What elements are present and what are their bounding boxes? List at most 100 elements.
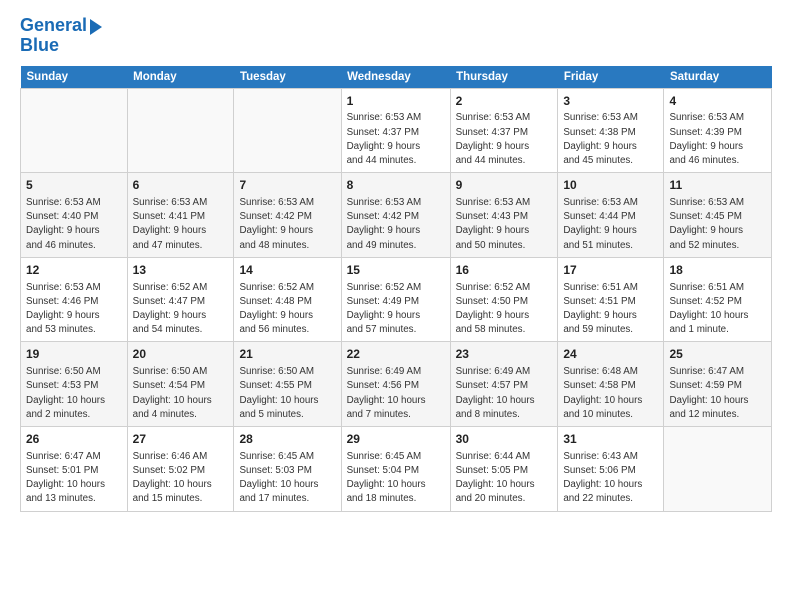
day-info: Sunrise: 6:49 AM Sunset: 4:56 PM Dayligh… <box>347 365 445 422</box>
day-number: 11 <box>669 177 766 194</box>
day-number: 30 <box>456 431 553 448</box>
header: General Blue <box>20 16 772 56</box>
day-info: Sunrise: 6:53 AM Sunset: 4:42 PM Dayligh… <box>239 196 335 253</box>
day-info: Sunrise: 6:53 AM Sunset: 4:45 PM Dayligh… <box>669 196 766 253</box>
day-info: Sunrise: 6:51 AM Sunset: 4:51 PM Dayligh… <box>563 281 658 338</box>
day-info: Sunrise: 6:45 AM Sunset: 5:03 PM Dayligh… <box>239 450 335 507</box>
day-info: Sunrise: 6:48 AM Sunset: 4:58 PM Dayligh… <box>563 365 658 422</box>
calendar-cell: 9 Sunrise: 6:53 AM Sunset: 4:43 PM Daylig… <box>450 173 558 258</box>
day-info: Sunrise: 6:53 AM Sunset: 4:40 PM Dayligh… <box>26 196 122 253</box>
logo: General Blue <box>20 16 102 56</box>
day-number: 31 <box>563 431 658 448</box>
calendar-day-header: Tuesday <box>234 66 341 89</box>
calendar-cell: 12 Sunrise: 6:53 AM Sunset: 4:46 PM Dayli… <box>21 257 128 342</box>
day-number: 2 <box>456 93 553 110</box>
calendar-day-header: Saturday <box>664 66 772 89</box>
day-number: 7 <box>239 177 335 194</box>
day-number: 3 <box>563 93 658 110</box>
calendar-cell: 5 Sunrise: 6:53 AM Sunset: 4:40 PM Daylig… <box>21 173 128 258</box>
calendar-cell: 27Sunrise: 6:46 AM Sunset: 5:02 PM Dayli… <box>127 427 234 512</box>
calendar-cell <box>127 88 234 173</box>
calendar-week-row: 1Sunrise: 6:53 AM Sunset: 4:37 PM Daylig… <box>21 88 772 173</box>
calendar-cell: 13 Sunrise: 6:52 AM Sunset: 4:47 PM Dayli… <box>127 257 234 342</box>
page-container: General Blue SundayMondayTuesdayWednesda… <box>0 0 792 522</box>
day-info: Sunrise: 6:50 AM Sunset: 4:53 PM Dayligh… <box>26 365 122 422</box>
calendar-cell: 25 Sunrise: 6:47 AM Sunset: 4:59 PM Dayli… <box>664 342 772 427</box>
day-info: Sunrise: 6:45 AM Sunset: 5:04 PM Dayligh… <box>347 450 445 507</box>
day-number: 17 <box>563 262 658 279</box>
calendar-cell: 14Sunrise: 6:52 AM Sunset: 4:48 PM Dayli… <box>234 257 341 342</box>
day-info: Sunrise: 6:52 AM Sunset: 4:49 PM Dayligh… <box>347 281 445 338</box>
day-number: 12 <box>26 262 122 279</box>
calendar-cell: 16 Sunrise: 6:52 AM Sunset: 4:50 PM Dayli… <box>450 257 558 342</box>
day-info: Sunrise: 6:49 AM Sunset: 4:57 PM Dayligh… <box>456 365 553 422</box>
calendar-cell: 17 Sunrise: 6:51 AM Sunset: 4:51 PM Dayli… <box>558 257 664 342</box>
day-number: 15 <box>347 262 445 279</box>
day-number: 19 <box>26 346 122 363</box>
calendar-cell: 29 Sunrise: 6:45 AM Sunset: 5:04 PM Dayli… <box>341 427 450 512</box>
day-number: 27 <box>133 431 229 448</box>
day-info: Sunrise: 6:53 AM Sunset: 4:41 PM Dayligh… <box>133 196 229 253</box>
day-info: Sunrise: 6:53 AM Sunset: 4:38 PM Dayligh… <box>563 111 658 168</box>
calendar-cell: 28 Sunrise: 6:45 AM Sunset: 5:03 PM Dayli… <box>234 427 341 512</box>
logo-arrow-icon <box>90 19 102 35</box>
calendar-week-row: 19 Sunrise: 6:50 AM Sunset: 4:53 PM Dayli… <box>21 342 772 427</box>
calendar-cell <box>234 88 341 173</box>
calendar-cell: 23 Sunrise: 6:49 AM Sunset: 4:57 PM Dayli… <box>450 342 558 427</box>
calendar-cell <box>664 427 772 512</box>
calendar-table: SundayMondayTuesdayWednesdayThursdayFrid… <box>20 66 772 512</box>
day-number: 29 <box>347 431 445 448</box>
calendar-body: 1Sunrise: 6:53 AM Sunset: 4:37 PM Daylig… <box>21 88 772 511</box>
day-number: 24 <box>563 346 658 363</box>
day-info: Sunrise: 6:53 AM Sunset: 4:39 PM Dayligh… <box>669 111 766 168</box>
calendar-cell: 19 Sunrise: 6:50 AM Sunset: 4:53 PM Dayli… <box>21 342 128 427</box>
day-number: 20 <box>133 346 229 363</box>
day-info: Sunrise: 6:52 AM Sunset: 4:47 PM Dayligh… <box>133 281 229 338</box>
day-info: Sunrise: 6:52 AM Sunset: 4:48 PM Dayligh… <box>239 281 335 338</box>
day-info: Sunrise: 6:44 AM Sunset: 5:05 PM Dayligh… <box>456 450 553 507</box>
calendar-cell: 11 Sunrise: 6:53 AM Sunset: 4:45 PM Dayli… <box>664 173 772 258</box>
day-info: Sunrise: 6:47 AM Sunset: 4:59 PM Dayligh… <box>669 365 766 422</box>
calendar-week-row: 26 Sunrise: 6:47 AM Sunset: 5:01 PM Dayli… <box>21 427 772 512</box>
calendar-week-row: 5 Sunrise: 6:53 AM Sunset: 4:40 PM Daylig… <box>21 173 772 258</box>
day-info: Sunrise: 6:53 AM Sunset: 4:43 PM Dayligh… <box>456 196 553 253</box>
calendar-cell: 21 Sunrise: 6:50 AM Sunset: 4:55 PM Dayli… <box>234 342 341 427</box>
calendar-cell: 8 Sunrise: 6:53 AM Sunset: 4:42 PM Daylig… <box>341 173 450 258</box>
day-number: 26 <box>26 431 122 448</box>
day-number: 6 <box>133 177 229 194</box>
logo-text-blue: Blue <box>20 36 102 56</box>
day-number: 9 <box>456 177 553 194</box>
calendar-cell: 2Sunrise: 6:53 AM Sunset: 4:37 PM Daylig… <box>450 88 558 173</box>
calendar-cell: 30 Sunrise: 6:44 AM Sunset: 5:05 PM Dayli… <box>450 427 558 512</box>
calendar-cell: 31Sunrise: 6:43 AM Sunset: 5:06 PM Dayli… <box>558 427 664 512</box>
calendar-day-header: Monday <box>127 66 234 89</box>
calendar-cell: 26 Sunrise: 6:47 AM Sunset: 5:01 PM Dayli… <box>21 427 128 512</box>
day-number: 28 <box>239 431 335 448</box>
day-number: 13 <box>133 262 229 279</box>
day-number: 16 <box>456 262 553 279</box>
day-number: 1 <box>347 93 445 110</box>
day-info: Sunrise: 6:53 AM Sunset: 4:42 PM Dayligh… <box>347 196 445 253</box>
calendar-day-header: Friday <box>558 66 664 89</box>
calendar-cell: 6 Sunrise: 6:53 AM Sunset: 4:41 PM Daylig… <box>127 173 234 258</box>
calendar-day-header: Sunday <box>21 66 128 89</box>
day-number: 25 <box>669 346 766 363</box>
calendar-cell: 22 Sunrise: 6:49 AM Sunset: 4:56 PM Dayli… <box>341 342 450 427</box>
day-number: 21 <box>239 346 335 363</box>
day-info: Sunrise: 6:53 AM Sunset: 4:37 PM Dayligh… <box>456 111 553 168</box>
calendar-cell: 20Sunrise: 6:50 AM Sunset: 4:54 PM Dayli… <box>127 342 234 427</box>
day-info: Sunrise: 6:50 AM Sunset: 4:55 PM Dayligh… <box>239 365 335 422</box>
calendar-cell: 7 Sunrise: 6:53 AM Sunset: 4:42 PM Daylig… <box>234 173 341 258</box>
day-info: Sunrise: 6:53 AM Sunset: 4:46 PM Dayligh… <box>26 281 122 338</box>
day-info: Sunrise: 6:47 AM Sunset: 5:01 PM Dayligh… <box>26 450 122 507</box>
calendar-cell: 18Sunrise: 6:51 AM Sunset: 4:52 PM Dayli… <box>664 257 772 342</box>
calendar-cell: 3Sunrise: 6:53 AM Sunset: 4:38 PM Daylig… <box>558 88 664 173</box>
day-number: 5 <box>26 177 122 194</box>
day-number: 8 <box>347 177 445 194</box>
day-number: 23 <box>456 346 553 363</box>
logo-text: General <box>20 16 87 36</box>
day-number: 22 <box>347 346 445 363</box>
day-info: Sunrise: 6:52 AM Sunset: 4:50 PM Dayligh… <box>456 281 553 338</box>
calendar-cell: 1Sunrise: 6:53 AM Sunset: 4:37 PM Daylig… <box>341 88 450 173</box>
day-info: Sunrise: 6:53 AM Sunset: 4:37 PM Dayligh… <box>347 111 445 168</box>
